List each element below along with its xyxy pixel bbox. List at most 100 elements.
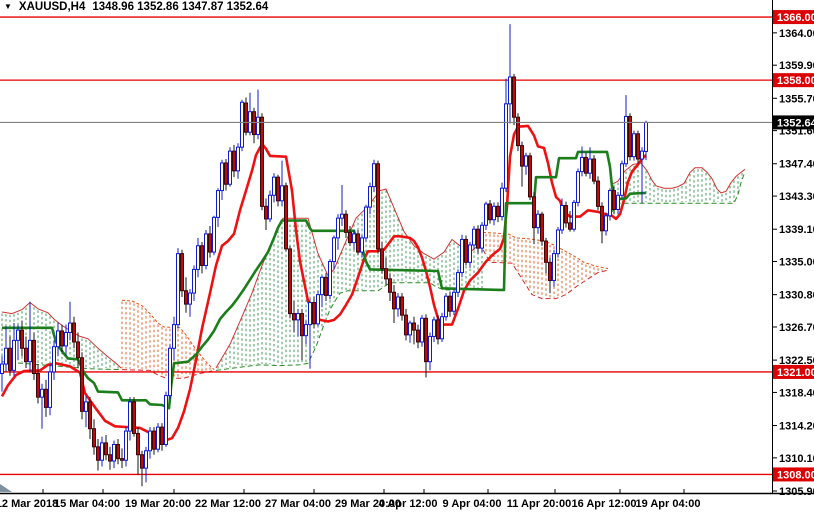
chart-symbol-timeframe: XAUUSD,H4 [18,1,86,13]
candle-down [152,427,156,455]
candle-body [304,324,308,337]
candle-body [260,116,264,207]
candle-body [120,458,124,461]
candle-body [148,430,152,452]
candle-body [584,156,588,174]
candle-body [332,237,336,263]
candle-up [316,290,320,327]
candle-body [168,347,172,397]
candle-body [244,102,248,133]
y-axis-label: 1343.30 [779,191,814,203]
candle-body [132,401,136,434]
candle-body [192,268,196,294]
candle-body [420,317,424,343]
x-axis-label: 4 Apr 12:00 [379,498,438,510]
candle-up [280,160,284,207]
candle-down [532,192,536,245]
candle-up [472,226,476,250]
candle-up [480,222,484,253]
candle-down [312,297,316,329]
candle-body [200,245,204,266]
candle-body [440,316,444,340]
y-axis-label: 1335.00 [779,257,814,269]
candle-down [344,210,348,238]
current-price-label: 1352.64 [773,115,814,130]
candle-up [364,204,368,242]
candle-body [196,245,200,270]
candle-body [164,395,168,445]
candle-body [84,401,88,412]
candle-down [636,130,640,164]
candle-body [604,215,608,232]
y-axis-label: 1326.70 [779,322,814,334]
candle-up [340,185,344,227]
candle-up [248,92,252,136]
candle-up [616,192,620,215]
candle-up [56,322,60,357]
candle-up [176,248,180,329]
candle-body [508,76,512,105]
candle-down [356,229,360,256]
candle-body [624,115,628,165]
candle-body [176,253,180,326]
candle-body [472,228,476,246]
candle-body [220,162,224,192]
candle-up [608,188,612,221]
candle-down [252,107,256,144]
candle-up [68,301,72,341]
candle-body [552,253,556,281]
svg-text:1358.00: 1358.00 [777,75,814,87]
candle-body [328,261,332,296]
candle-up [192,265,196,301]
candle-up [640,147,644,204]
candle-body [360,237,364,253]
candle-up [12,323,16,376]
candle-body [216,190,220,218]
x-axis-labels: 12 Mar 201815 Mar 04:00 19 Mar 20:00 22 Ma… [0,489,701,510]
y-axis-label: 1364.00 [779,28,814,40]
candle-body [324,276,328,296]
candle-body [204,233,208,266]
x-axis-label: 19 Apr 04:00 [635,498,700,510]
candle-body [368,186,372,208]
candle-body [556,229,560,255]
candle-down [488,200,492,224]
candle-body [80,357,84,412]
candle-up [168,344,172,400]
candle-down [540,211,544,246]
candle-body [388,278,392,293]
candle-up [644,120,648,161]
chart-area[interactable]: 1364.001359.901355.701351.601347.401343.… [0,0,814,514]
y-axis-label: 1314.20 [779,421,814,433]
candle-body [644,121,648,152]
symbol-dropdown-icon[interactable]: ▼ [4,2,12,11]
candle-body [56,330,60,348]
candle-body [44,388,48,408]
candle-down [564,201,568,228]
candle-down [284,182,288,252]
candle-body [144,450,148,469]
candle-body [208,233,212,253]
candle-body [480,224,484,249]
x-axis-label: 12 Mar 2018 [0,498,58,510]
candle-body [576,171,580,203]
candle-down [464,235,468,266]
candle-body [620,163,624,196]
candle-down [512,73,516,126]
candle-body [68,322,72,334]
candle-down [8,336,12,376]
candle-up [536,210,540,234]
candle-body [116,443,120,460]
candle-body [172,324,176,349]
candle-body [124,430,128,461]
candle-body [312,302,316,325]
candle-down [132,397,136,437]
candle-down [520,141,524,187]
y-axis-label: 1330.80 [779,290,814,302]
candle-down [44,379,48,417]
candle-body [428,335,432,363]
candle-body [252,111,256,136]
candle-body [88,401,92,430]
candle-body [92,428,96,448]
candle-body [464,238,468,263]
